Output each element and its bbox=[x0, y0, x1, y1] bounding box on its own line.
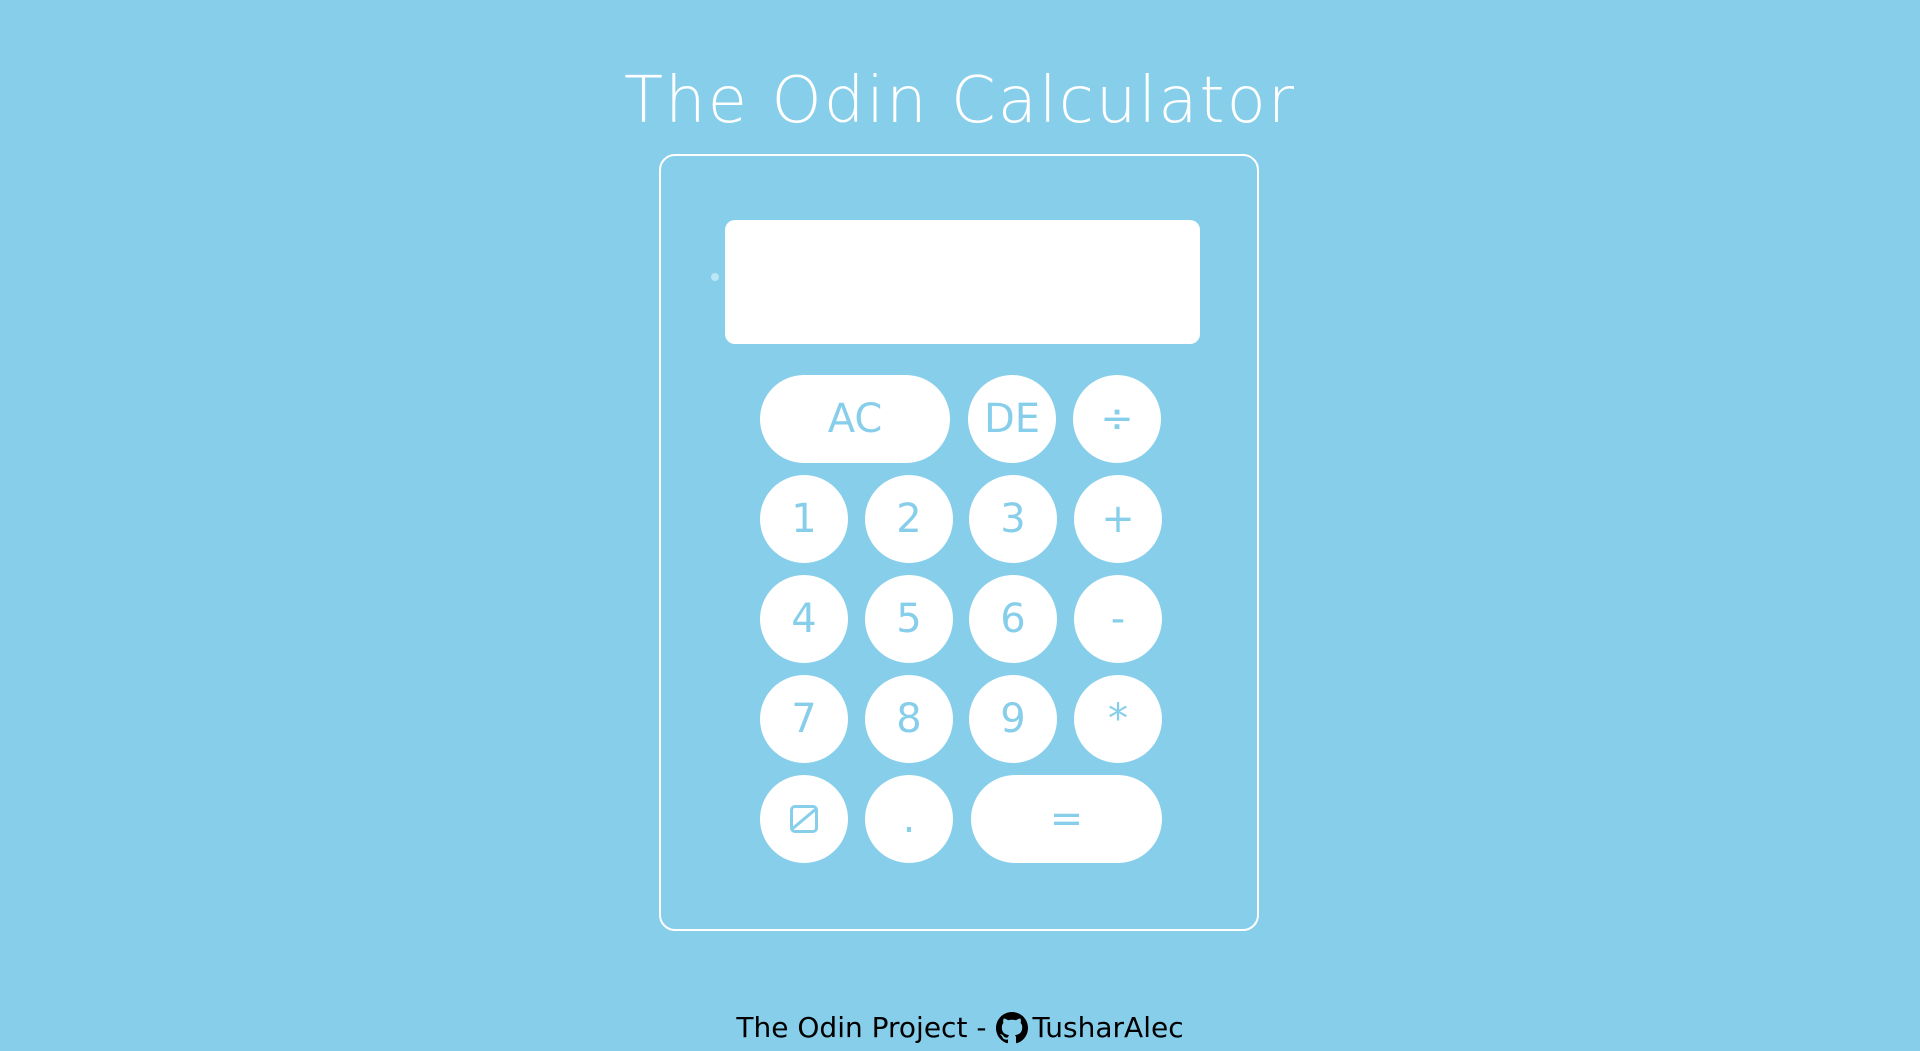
calculator-display: 0 bbox=[711, 220, 1200, 344]
digit-1-button[interactable]: 1 bbox=[760, 475, 848, 563]
digit-4-label: 4 bbox=[791, 596, 817, 642]
calculator: 0 AC DE ÷ 1 2 3 + 4 5 6 - 7 8 9 * 0 bbox=[659, 154, 1259, 931]
subtract-button[interactable]: - bbox=[1074, 575, 1162, 663]
add-label: + bbox=[1101, 496, 1135, 542]
digit-4-button[interactable]: 4 bbox=[760, 575, 848, 663]
digit-0-button[interactable]: 0 bbox=[760, 775, 848, 863]
github-link[interactable]: TusharAlec bbox=[996, 1008, 1184, 1048]
digit-2-button[interactable]: 2 bbox=[865, 475, 953, 563]
digit-6-label: 6 bbox=[1000, 596, 1026, 642]
all-clear-label: AC bbox=[827, 396, 883, 442]
equals-label: = bbox=[1049, 796, 1084, 842]
author-name: TusharAlec bbox=[1032, 1011, 1184, 1044]
page-title: The Odin Calculator bbox=[623, 63, 1297, 138]
all-clear-button[interactable]: AC bbox=[760, 375, 950, 463]
digit-5-label: 5 bbox=[896, 596, 922, 642]
digit-0-label: 0 bbox=[790, 805, 818, 833]
digit-2-label: 2 bbox=[896, 496, 922, 542]
subtract-label: - bbox=[1110, 596, 1126, 642]
digit-6-button[interactable]: 6 bbox=[969, 575, 1057, 663]
delete-label: DE bbox=[983, 396, 1041, 442]
decimal-button[interactable]: . bbox=[865, 775, 953, 863]
digit-7-label: 7 bbox=[791, 696, 817, 742]
digit-3-label: 3 bbox=[1000, 496, 1026, 542]
divide-button[interactable]: ÷ bbox=[1073, 375, 1161, 463]
decimal-label: . bbox=[902, 796, 916, 842]
digit-3-button[interactable]: 3 bbox=[969, 475, 1057, 563]
delete-button[interactable]: DE bbox=[968, 375, 1056, 463]
display-value: 0 bbox=[711, 273, 719, 281]
add-button[interactable]: + bbox=[1074, 475, 1162, 563]
digit-1-label: 1 bbox=[791, 496, 817, 542]
digit-9-button[interactable]: 9 bbox=[969, 675, 1057, 763]
github-icon bbox=[996, 1012, 1029, 1044]
multiply-label: * bbox=[1108, 696, 1128, 742]
multiply-button[interactable]: * bbox=[1074, 675, 1162, 763]
digit-9-label: 9 bbox=[1000, 696, 1026, 742]
digit-8-button[interactable]: 8 bbox=[865, 675, 953, 763]
equals-button[interactable]: = bbox=[971, 775, 1162, 863]
digit-7-button[interactable]: 7 bbox=[760, 675, 848, 763]
footer: The Odin Project - TusharAlec bbox=[0, 1008, 1920, 1048]
digit-8-label: 8 bbox=[896, 696, 922, 742]
footer-project-label: The Odin Project - bbox=[736, 1011, 987, 1044]
digit-5-button[interactable]: 5 bbox=[865, 575, 953, 663]
divide-label: ÷ bbox=[1100, 396, 1134, 442]
